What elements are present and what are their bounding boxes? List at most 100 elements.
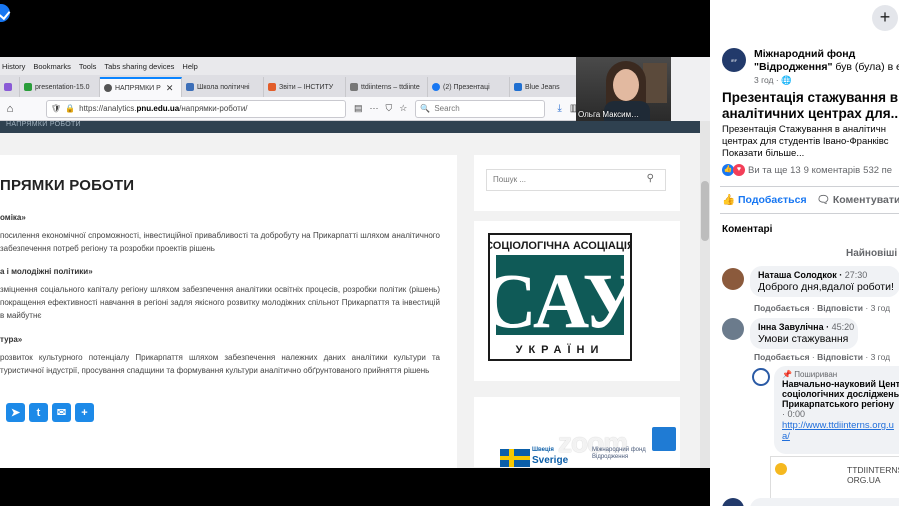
browser-tab[interactable]: presentation-15.0 (20, 77, 100, 97)
comments-header: Коментарі (722, 224, 773, 235)
comment-author[interactable]: Наташа Солодкок · 27:30 (758, 270, 892, 280)
sheets-icon (24, 83, 32, 91)
menu-help[interactable]: Help (182, 62, 197, 71)
browser-menubar: History Bookmarks Tools Tabs sharing dev… (0, 57, 590, 75)
comment-button[interactable]: 🗨 Коментувати ↗ (817, 193, 899, 206)
browser-tab[interactable]: ttdiinterns – ttdiinte (346, 77, 428, 97)
section-heading: тура» (0, 335, 23, 344)
comment-like[interactable]: Подобається (754, 352, 810, 362)
see-more-link[interactable]: Показати більше... (722, 148, 899, 160)
url-text: https://analytics.pnu.edu.ua/напрямки-ро… (79, 104, 248, 113)
download-icon[interactable]: ⤓ (557, 103, 561, 114)
thumbs-up-icon: 👍 (722, 194, 738, 206)
star-icon[interactable]: ☆ (399, 103, 407, 114)
browser-tab[interactable] (0, 77, 20, 97)
close-icon[interactable]: ✕ (166, 83, 174, 94)
fb-topbar: + (710, 0, 899, 38)
sidebar-search-widget: Пошук ... ⚲ (474, 155, 680, 211)
browser-tabbar: presentation-15.0 НАПРЯМКИ Р ✕ Школа пол… (0, 75, 590, 97)
comment-author[interactable]: Інна Завулічна · 45:20 (758, 322, 854, 332)
comment-actions: Подобається · Відповісти · 3 год (754, 303, 891, 313)
sponsor-irf: Міжнародний фонд Відродження (592, 447, 646, 460)
site-icon (350, 83, 358, 91)
site-header-strip: НАПРЯМКИ РОБОТИ (0, 121, 700, 133)
love-reaction-icon: ♥ (733, 164, 745, 176)
browser-tab[interactable]: Школа політичні (182, 77, 264, 97)
post-description: Презентація Стажування в аналітичн центр… (722, 124, 899, 160)
search-icon[interactable]: ⚲ (647, 173, 654, 184)
webcam-tile[interactable]: Ольга Максим… (576, 57, 671, 121)
section-heading: оміка» (0, 213, 26, 222)
divider (720, 213, 899, 214)
divider (720, 186, 899, 187)
tab-label: ttdiinterns – ttdiinte (361, 83, 420, 91)
page-scrollbar[interactable] (700, 121, 710, 468)
browser-search-input[interactable]: 🔍 Search (415, 99, 546, 118)
globe-icon: 🌐 (781, 75, 792, 85)
more-icon[interactable]: ··· (370, 103, 379, 114)
browser-tab-active[interactable]: НАПРЯМКИ Р ✕ (100, 77, 182, 97)
comment-reply[interactable]: Відповісти (817, 303, 863, 313)
sau-logo-widget[interactable]: СОЦІОЛОГІЧНА АСОЦІАЦІЯ САУ УКРАЇНИ (474, 221, 680, 381)
website-content: НАПРЯМКИ РОБОТИ ПРЯМКИ РОБОТИ оміка» пос… (0, 121, 710, 468)
tab-label: Школа політичні (197, 83, 250, 91)
pinned-time: · 0:00 (782, 409, 806, 419)
menu-bookmarks[interactable]: Bookmarks (33, 62, 71, 71)
comment-input[interactable] (750, 498, 899, 506)
sau-logo: СОЦІОЛОГІЧНА АСОЦІАЦІЯ САУ УКРАЇНИ (480, 233, 640, 361)
avatar[interactable] (722, 268, 744, 290)
webcam-shelf (643, 63, 667, 103)
page-avatar[interactable]: ІRF (722, 48, 746, 72)
menu-tools[interactable]: Tools (79, 62, 97, 71)
comment-actions: Подобається · Відповісти · 3 год (754, 352, 891, 362)
tab-label: presentation-15.0 (35, 83, 90, 91)
menu-history[interactable]: History (2, 62, 25, 71)
share-icon[interactable]: + (75, 403, 94, 422)
sort-dropdown[interactable]: Найновіші (846, 248, 897, 259)
sweden-flag-icon (500, 449, 530, 467)
twitter-icon[interactable]: t (29, 403, 48, 422)
sau-logo-graphic: СОЦІОЛОГІЧНА АСОЦІАЦІЯ САУ УКРАЇНИ (480, 235, 640, 359)
section-heading: а і молодіжні політики» (0, 267, 93, 276)
page-avatar-small[interactable] (752, 368, 770, 386)
address-bar[interactable]: 🛡 🔒 https://analytics.pnu.edu.ua/напрямк… (46, 99, 346, 118)
sun-icon (775, 463, 787, 475)
sponsor-sweden-small: Швеція (532, 447, 554, 453)
like-button[interactable]: 👍 Подобається (722, 193, 807, 206)
plus-button[interactable]: + (872, 5, 898, 31)
comment-text: Доброго дня,вдалої роботи! (758, 281, 894, 293)
section-text: зміцнення соціального капіталу регіону ш… (0, 285, 440, 320)
video-stream[interactable]: History Bookmarks Tools Tabs sharing dev… (0, 0, 710, 506)
comment-like[interactable]: Подобається (754, 303, 810, 313)
pinned-author-line3: Прикарпатського регіону (782, 399, 894, 409)
reactions-row[interactable]: 👍 ♥ Ви та ще 13 9 коментарів 532 пе (722, 164, 892, 176)
menu-tabs-sharing[interactable]: Tabs sharing devices (104, 62, 174, 71)
pinned-author[interactable]: Навчально-науковий Центр (782, 379, 899, 389)
tab-label: Blue Jeans (525, 83, 560, 91)
scrollbar-thumb[interactable] (701, 181, 709, 241)
home-icon[interactable]: ⌂ (4, 103, 16, 115)
extension-icon (4, 83, 12, 91)
site-search-input[interactable]: Пошук ... (486, 169, 666, 191)
pinned-link[interactable]: http://www.ttdiinterns.org.u a/ (782, 420, 899, 442)
browser-tab[interactable]: Звіти – ІНСТИТУ (264, 77, 346, 97)
sponsor-widget[interactable]: zoom Швеція Sverige Міжнародний фонд Від… (474, 397, 680, 467)
shared-browser-window: History Bookmarks Tools Tabs sharing dev… (0, 57, 710, 468)
section-text: посилення економічної спроможності, інве… (0, 231, 440, 253)
webcam-name: Ольга Максим… (578, 110, 640, 119)
comments-count[interactable]: 9 коментарів (804, 165, 861, 176)
page-name[interactable]: Міжнародний фонд (754, 48, 899, 60)
browser-tab[interactable]: (2) Презентаці (428, 77, 510, 97)
reader-icon[interactable]: ▤ (354, 103, 363, 114)
bluejeans-icon (514, 83, 522, 91)
comment-reply[interactable]: Відповісти (817, 352, 863, 362)
post-actions: 👍 Подобається 🗨 Коментувати ↗ (722, 193, 899, 206)
telegram-icon[interactable]: ➤ (6, 403, 25, 422)
email-icon[interactable]: ✉ (52, 403, 71, 422)
site-icon (268, 83, 276, 91)
search-icon: 🔍 (420, 104, 431, 113)
pocket-icon[interactable]: ⛉ (386, 103, 393, 114)
post-title: Презентація стажування в аналітичних цен… (722, 90, 899, 121)
avatar[interactable] (722, 318, 744, 340)
page-title: ПРЯМКИ РОБОТИ (0, 177, 135, 194)
